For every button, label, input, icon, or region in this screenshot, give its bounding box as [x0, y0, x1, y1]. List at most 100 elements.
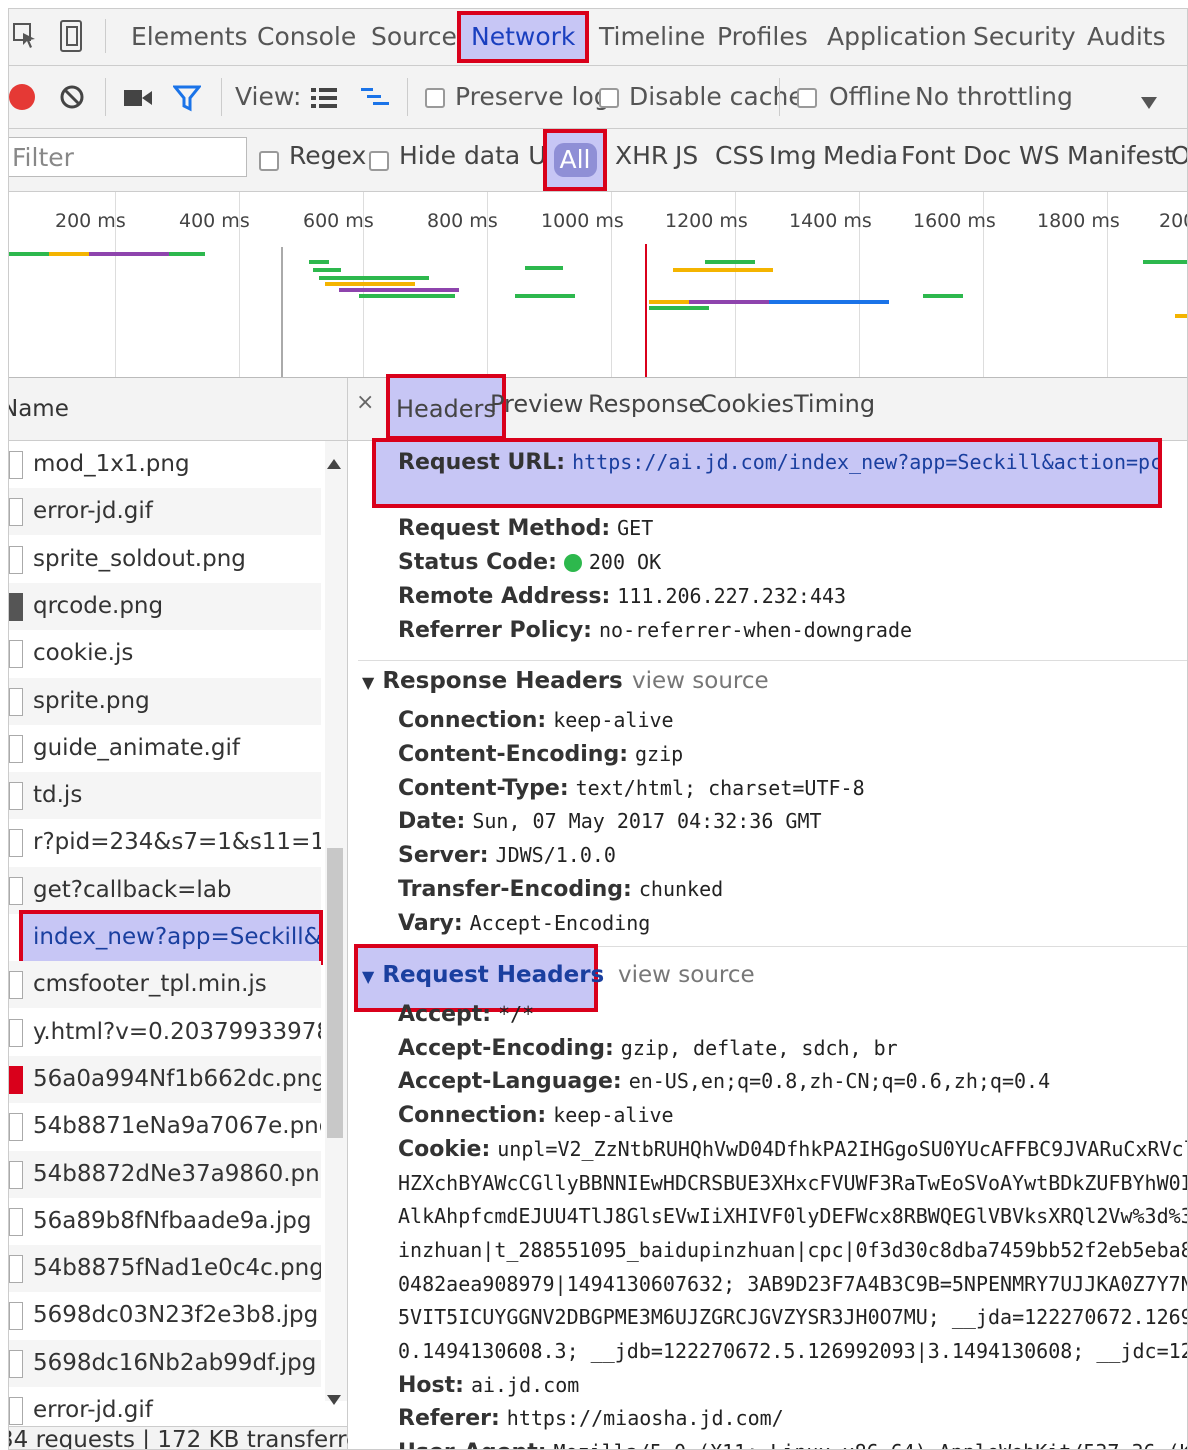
filter-type-manifest[interactable]: Manifest: [1067, 141, 1174, 170]
request-row[interactable]: y.html?v=0.20379933978568787: [9, 1009, 321, 1056]
request-row[interactable]: 5698dc16Nb2ab99df.jpg: [9, 1339, 321, 1387]
tab-audits[interactable]: Audits: [1087, 15, 1166, 59]
request-row[interactable]: mod_1x1.png: [9, 441, 321, 488]
tab-response[interactable]: Response: [588, 390, 703, 418]
timeline-bar: [515, 294, 575, 298]
tab-headers[interactable]: Headers: [386, 374, 506, 440]
tab-elements[interactable]: Elements: [131, 15, 248, 59]
request-url-highlight: Request URL: https://ai.jd.com/index_new…: [372, 438, 1162, 508]
request-name: 54b8872dNe37a9860.png: [33, 1160, 321, 1187]
request-list-panel: Name mod_1x1.png error-jd.gif sprite_soldo…: [9, 378, 382, 1449]
request-row[interactable]: sprite.png: [9, 677, 321, 725]
request-row[interactable]: 56a89b8fNfbaade9a.jpg: [9, 1198, 321, 1245]
file-icon: [9, 971, 23, 1000]
header-row: Referer: https://miaosha.jd.com/: [398, 1406, 784, 1431]
response-view-source-link[interactable]: view source: [632, 668, 769, 694]
header-row: 5VIT5ICUYGGNV2DBGPME3M6UJZGRCJGVZYSR3JH0…: [398, 1305, 1187, 1330]
filter-type-font[interactable]: Font: [901, 141, 955, 170]
filter-icon[interactable]: [171, 84, 203, 116]
status-code-row: Status Code: 200 OK: [398, 550, 662, 575]
request-name: index_new?app=Seckill&action=: [33, 924, 319, 950]
triangle-down-icon: ▼: [362, 673, 375, 692]
response-headers-section-toggle[interactable]: ▼ Response Headers: [362, 668, 623, 694]
request-row[interactable]: 54b8875fNad1e0c4c.png: [9, 1245, 321, 1293]
timeline-overview[interactable]: 200 ms 400 ms 600 ms 800 ms 1000 ms 1200…: [9, 192, 1187, 378]
inspect-element-icon[interactable]: [11, 21, 39, 51]
header-value: https://miaosha.jd.com/: [506, 1406, 784, 1431]
filter-type-js[interactable]: JS: [675, 141, 698, 170]
header-value: keep-alive: [553, 1103, 674, 1128]
request-row[interactable]: guide_animate.gif: [9, 725, 321, 772]
detail-tab-bar: × Headers Preview Response Cookies Timin…: [348, 374, 1187, 441]
filter-type-xhr[interactable]: XHR: [615, 141, 668, 170]
file-icon: [9, 545, 23, 574]
request-row[interactable]: cookie.js: [9, 630, 321, 677]
request-row[interactable]: qrcode.png: [9, 582, 321, 630]
tab-sources[interactable]: Sources: [371, 15, 470, 59]
header-row: Host: ai.jd.com: [398, 1373, 579, 1398]
status-dot-icon: [563, 554, 582, 572]
device-toolbar-icon[interactable]: [59, 19, 83, 53]
overview-icon[interactable]: [361, 86, 391, 114]
request-url-value[interactable]: https://ai.jd.com/index_new?app=Seckill&…: [572, 450, 1158, 474]
close-icon[interactable]: ×: [356, 390, 374, 415]
regex-checkbox[interactable]: [259, 151, 279, 171]
scroll-down-icon[interactable]: [327, 1390, 341, 1409]
timeline-bar: [649, 300, 689, 304]
filter-type-all[interactable]: All: [543, 129, 607, 191]
file-icon: [9, 829, 23, 858]
request-name: 5698dc16Nb2ab99df.jpg: [33, 1349, 317, 1376]
scroll-up-icon[interactable]: [327, 454, 341, 473]
request-row-selected[interactable]: index_new?app=Seckill&action=: [19, 910, 323, 965]
hide-data-urls-checkbox[interactable]: [369, 151, 389, 171]
request-view-source-link[interactable]: view source: [618, 962, 755, 988]
tab-profiles[interactable]: Profiles: [717, 15, 808, 59]
request-row[interactable]: error-jd.gif: [9, 488, 321, 536]
large-rows-icon[interactable]: [311, 86, 337, 114]
request-row[interactable]: 54b8872dNe37a9860.png: [9, 1150, 321, 1198]
filter-type-doc[interactable]: Doc: [963, 141, 1011, 170]
request-headers-section-toggle[interactable]: ▼ Request Headers: [362, 962, 604, 988]
filter-type-ws[interactable]: WS: [1019, 141, 1060, 170]
tab-cookies[interactable]: Cookies: [700, 390, 794, 418]
record-button[interactable]: [9, 84, 35, 110]
request-row[interactable]: r?pid=234&s7=1&s11=1&s30=1&: [9, 819, 321, 866]
chevron-down-icon[interactable]: [1141, 94, 1157, 113]
scrollbar-thumb[interactable]: [327, 848, 343, 1138]
filter-type-img[interactable]: Img: [769, 141, 817, 170]
tab-timing[interactable]: Timing: [794, 390, 875, 418]
tab-network[interactable]: Network: [456, 11, 590, 63]
request-name: 54b8871eNa9a7067e.png: [33, 1113, 321, 1140]
request-row[interactable]: cmsfooter_tpl.min.js: [9, 961, 321, 1009]
tab-timeline[interactable]: Timeline: [599, 15, 705, 59]
filter-type-css[interactable]: CSS: [715, 141, 764, 170]
filter-type-other[interactable]: O: [1171, 141, 1187, 170]
name-column-header[interactable]: Name: [9, 378, 347, 441]
filter-input[interactable]: Filter: [9, 137, 247, 177]
header-key: Content-Type:: [398, 775, 569, 801]
request-row[interactable]: 5698dc03N23f2e3b8.jpg: [9, 1292, 321, 1339]
filter-type-media[interactable]: Media: [823, 141, 898, 170]
video-capture-icon[interactable]: [123, 88, 153, 112]
preserve-log-checkbox[interactable]: [425, 88, 445, 108]
tab-security[interactable]: Security: [973, 15, 1076, 59]
clear-icon[interactable]: [59, 84, 85, 114]
file-icon: [9, 782, 23, 811]
request-row[interactable]: td.js: [9, 772, 321, 820]
request-row[interactable]: sprite_soldout.png: [9, 536, 321, 583]
tab-preview[interactable]: Preview: [490, 390, 583, 418]
file-icon: [9, 1160, 23, 1189]
view-label: View:: [235, 82, 302, 111]
header-value: inzhuan|t_288551095_baidupinzhuan|cpc|0f…: [398, 1237, 1188, 1262]
tab-application[interactable]: Application: [827, 15, 967, 59]
request-headers-title: Request Headers: [382, 962, 605, 988]
header-row: Date: Sun, 07 May 2017 04:32:36 GMT: [398, 809, 822, 834]
disable-cache-checkbox[interactable]: [599, 88, 619, 108]
request-row[interactable]: 56a0a994Nf1b662dc.png: [9, 1055, 321, 1103]
header-value: text/html; charset=UTF-8: [575, 775, 865, 800]
request-row[interactable]: get?callback=lab: [9, 866, 321, 914]
throttling-select[interactable]: No throttling: [915, 82, 1073, 111]
request-row[interactable]: 54b8871eNa9a7067e.png: [9, 1103, 321, 1150]
tab-console[interactable]: Console: [257, 15, 356, 59]
offline-checkbox[interactable]: [797, 88, 817, 108]
